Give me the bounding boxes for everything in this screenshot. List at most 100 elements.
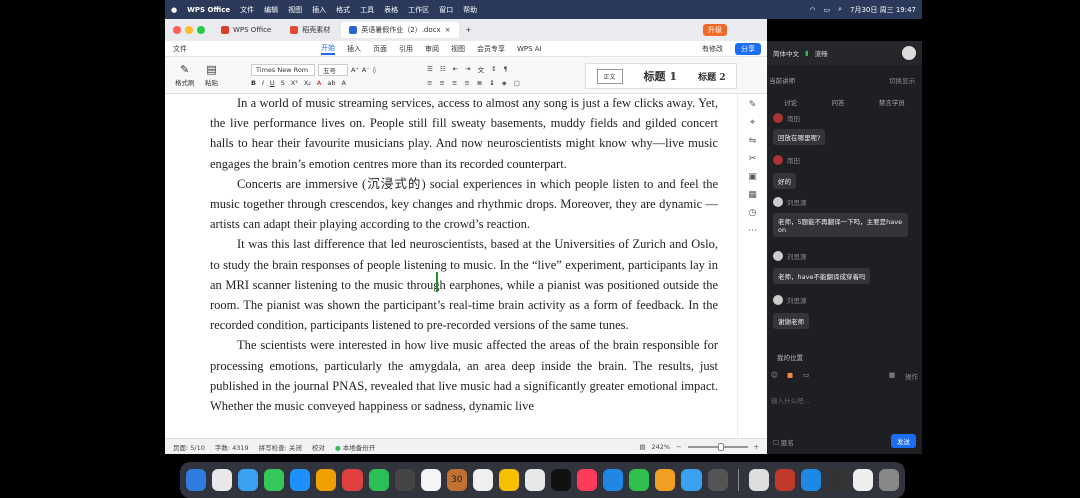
file-menu-button[interactable]: 文件 [173,44,187,54]
font-name-select[interactable]: Times New Rom [251,64,315,76]
more-actions[interactable]: 操作 [905,371,918,381]
image-icon[interactable]: ▣ [748,172,757,182]
language-mode[interactable]: 简体中文 [773,48,799,58]
dock-app-icon[interactable] [290,469,311,491]
dock-app-icon[interactable] [577,469,598,491]
tab-home[interactable]: 开始 [321,43,335,55]
gift-icon[interactable]: ■ [787,371,793,379]
dock-app-icon[interactable] [852,469,873,491]
chinese-layout-icon[interactable]: 文 [478,64,485,74]
menu-help[interactable]: 帮助 [463,5,477,15]
tab-discussion[interactable]: 讨论 [784,97,797,107]
paragraph[interactable]: The scientists were interested in how li… [210,335,718,416]
tools-icon[interactable]: ✂ [749,154,757,164]
upgrade-button[interactable]: 升级 [703,24,727,36]
style-normal[interactable]: 正文 [596,68,623,84]
tab-muted[interactable]: 禁言学员 [879,97,905,107]
dock-app-icon[interactable] [498,469,520,491]
document-page[interactable]: In a world of music streaming services, … [210,94,718,416]
font-color-icon[interactable]: A [317,79,321,87]
menu-tools[interactable]: 工具 [360,5,374,15]
underline-icon[interactable]: U [270,79,275,87]
increase-indent-icon[interactable]: ⇥ [465,65,470,73]
tab-references[interactable]: 引用 [399,44,413,54]
dock-app-icon[interactable] [603,469,624,491]
dock-app-icon[interactable] [420,469,441,491]
line-spacing-icon[interactable]: ↨ [489,79,494,87]
dock-app-icon[interactable] [826,469,847,491]
folder-icon[interactable]: ▭ [803,371,809,379]
menubar-clock[interactable]: 7月30日 周三 19:47 [850,5,916,15]
tab-document[interactable]: 英语暑假作业（2）.docx × [341,22,459,38]
dock-app-icon[interactable] [394,469,415,491]
dock-app-icon[interactable] [800,469,821,491]
menu-file[interactable]: 文件 [240,5,254,15]
word-count[interactable]: 字数: 4319 [215,442,249,452]
dock-app-icon[interactable] [681,469,702,491]
tab-insert[interactable]: 插入 [347,44,361,54]
dock-app-icon[interactable] [368,469,389,491]
share-button[interactable]: 分享 [735,42,761,55]
paragraph[interactable]: Concerts are immersive (沉浸式的) social exp… [210,174,718,235]
select-icon[interactable]: ⌖ [750,118,755,128]
adjust-icon[interactable]: ⇋ [749,136,757,146]
new-tab-icon[interactable]: + [466,26,472,34]
superscript-icon[interactable]: X² [291,79,298,87]
sort-icon[interactable]: ↕ [491,65,496,73]
distribute-icon[interactable]: ≣ [477,79,482,87]
menu-insert[interactable]: 插入 [312,5,326,15]
form-icon[interactable]: ▦ [748,190,757,200]
dock-app-icon[interactable] [238,469,259,491]
my-position[interactable]: 我的位置 [777,352,803,362]
calendar-app-icon[interactable]: 30 [446,469,467,491]
zoom-slider[interactable] [687,442,748,451]
battery-icon[interactable]: ▭ [823,6,830,14]
menu-edit[interactable]: 编辑 [264,5,278,15]
font-size-select[interactable]: 五号 [318,64,348,76]
zoom-level[interactable]: 242% [652,443,671,451]
grid-icon[interactable]: ▦ [889,371,895,379]
shrink-font-icon[interactable]: A⁻ [362,66,370,74]
history-icon[interactable]: ◷ [749,208,757,218]
dock-app-icon[interactable] [878,469,900,491]
more-icon[interactable]: ⋯ [748,226,757,236]
borders-icon[interactable]: ▢ [514,79,520,87]
dock-app-icon[interactable] [342,469,363,491]
align-left-icon[interactable]: ≡ [427,79,432,87]
tab-member[interactable]: 会员专享 [477,44,505,54]
proofread-button[interactable]: 校对 [312,442,325,452]
dock-app-icon[interactable] [472,469,493,491]
document-canvas[interactable]: In a world of music streaming services, … [165,94,737,438]
clear-format-icon[interactable]: ◊ [373,66,376,74]
grow-font-icon[interactable]: A⁺ [351,66,359,74]
paragraph[interactable]: It was this last difference that led neu… [210,234,718,335]
dock-app-icon[interactable] [655,469,676,491]
tab-qa[interactable]: 问答 [831,97,844,107]
menu-window[interactable]: 窗口 [439,5,453,15]
bold-icon[interactable]: B [251,79,256,87]
wifi-icon[interactable]: ◠ [809,6,815,14]
dock-app-icon[interactable] [264,469,285,491]
tab-daoke[interactable]: 稻壳素材 [282,22,338,38]
tab-view[interactable]: 视图 [451,44,465,54]
bullet-list-icon[interactable]: ☰ [427,65,433,73]
backup-status[interactable]: ● 本地备份开 [335,442,375,452]
minimize-window-button[interactable] [185,26,193,34]
close-tab-icon[interactable]: × [445,26,451,34]
tab-wps-ai[interactable]: WPS AI [517,45,542,53]
dock-app-icon[interactable] [525,469,546,491]
menu-workspace[interactable]: 工作区 [408,5,429,15]
menu-view[interactable]: 视图 [288,5,302,15]
menubar-app-name[interactable]: WPS Office [187,6,230,14]
style-heading-2[interactable]: 标题 2 [698,70,725,83]
chat-input[interactable]: 输入什么吧... [771,395,810,405]
dock-app-icon[interactable] [212,469,233,491]
subscript-icon[interactable]: X₂ [304,79,311,87]
style-heading-1[interactable]: 标题 1 [644,68,677,84]
page-indicator[interactable]: 页面: 5/10 [173,442,205,452]
char-border-icon[interactable]: A [341,79,345,87]
dock-app-icon[interactable] [748,469,769,491]
paragraph[interactable]: In a world of music streaming services, … [210,94,718,174]
dock-app-icon[interactable] [316,469,337,491]
send-button[interactable]: 发送 [891,434,916,448]
